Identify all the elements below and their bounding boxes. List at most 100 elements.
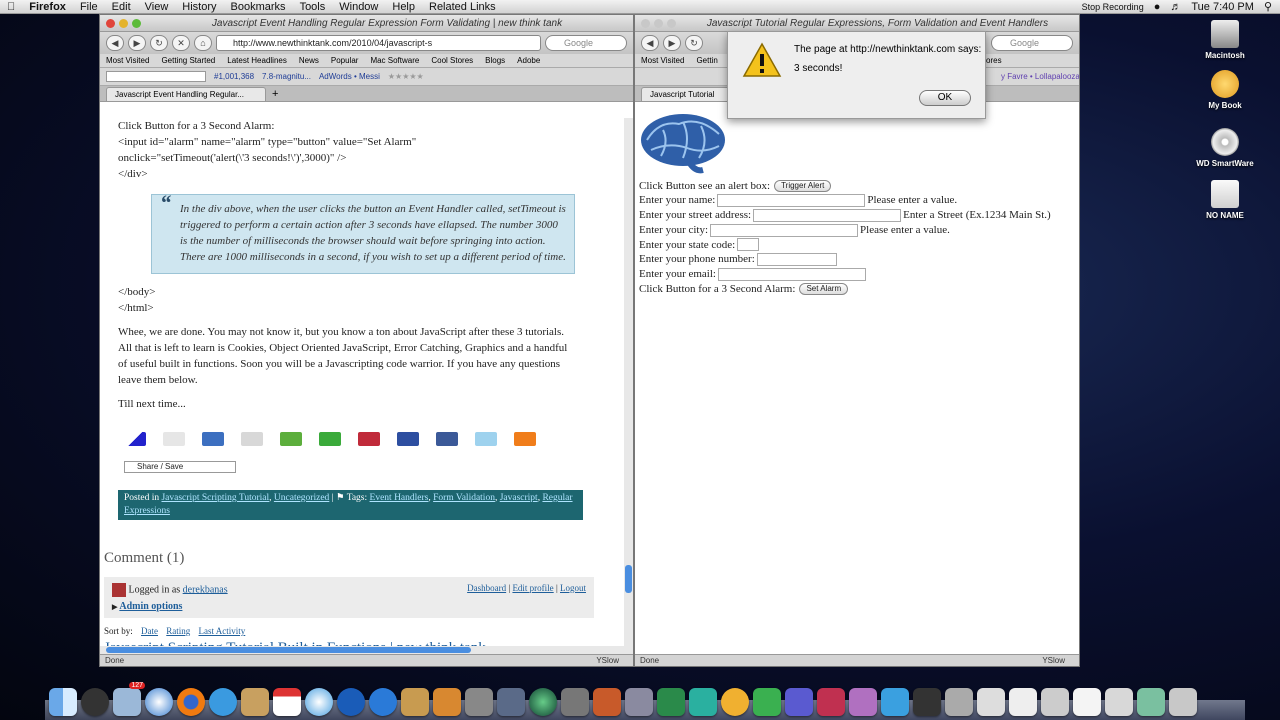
scrollbar-thumb[interactable] <box>625 565 632 593</box>
trash-icon[interactable] <box>1169 688 1197 716</box>
reload-button[interactable]: ↻ <box>150 35 168 51</box>
email-icon[interactable] <box>241 432 263 446</box>
stack-icon[interactable] <box>1041 688 1069 716</box>
desktop-icon-macintosh[interactable]: Macintosh <box>1180 20 1270 60</box>
bookmark-item[interactable]: Popular <box>331 56 359 65</box>
logout-link[interactable]: Logout <box>560 583 586 593</box>
wifi-icon[interactable]: ● <box>1154 1 1161 13</box>
menu-edit[interactable]: Edit <box>105 0 138 14</box>
menu-app[interactable]: Firefox <box>22 0 73 14</box>
window-icon[interactable] <box>1105 688 1133 716</box>
trigger-alert-button[interactable]: Trigger Alert <box>774 180 832 193</box>
street-input[interactable] <box>753 208 902 222</box>
technorati-icon[interactable] <box>280 432 302 446</box>
bookmark-item[interactable]: Gettin <box>696 56 717 65</box>
preview-icon[interactable] <box>401 688 429 716</box>
spaces-icon[interactable] <box>497 688 525 716</box>
menu-view[interactable]: View <box>138 0 176 14</box>
bookmark-item[interactable]: Mac Software <box>370 56 419 65</box>
imovie-star-icon[interactable] <box>785 688 813 716</box>
menu-history[interactable]: History <box>175 0 223 14</box>
left-titlebar[interactable]: Javascript Event Handling Regular Expres… <box>100 15 633 32</box>
vertical-scrollbar[interactable] <box>624 118 633 654</box>
bookmark-item[interactable]: Getting Started <box>161 56 215 65</box>
hscroll-thumb[interactable] <box>106 647 471 653</box>
twitter-icon[interactable] <box>475 432 497 446</box>
calculator-icon[interactable] <box>945 688 973 716</box>
bookmark-item[interactable]: Latest Headlines <box>227 56 287 65</box>
close-icon[interactable] <box>106 18 115 28</box>
time-machine-icon[interactable] <box>529 688 557 716</box>
category-link[interactable]: Javascript Scripting Tutorial <box>161 493 269 503</box>
menu-related-links[interactable]: Related Links <box>422 0 503 14</box>
desktop-icon-mybook[interactable]: My Book <box>1180 70 1270 110</box>
monster-icon[interactable] <box>849 688 877 716</box>
volume-icon[interactable]: ♬ <box>1170 1 1181 13</box>
addon-search-input[interactable] <box>106 71 206 82</box>
desktop-icon-no-name[interactable]: NO NAME <box>1180 180 1270 220</box>
search-icon[interactable] <box>369 688 397 716</box>
photo-icon[interactable] <box>433 688 461 716</box>
star-icon[interactable] <box>465 688 493 716</box>
set-alarm-button[interactable]: Set Alarm <box>799 282 849 295</box>
dvd-icon[interactable] <box>817 688 845 716</box>
downloads-icon[interactable] <box>1137 688 1165 716</box>
myspace-icon[interactable] <box>397 432 419 446</box>
search-input[interactable]: Google <box>545 35 627 51</box>
firefox-icon[interactable] <box>177 688 205 716</box>
dashboard-icon[interactable] <box>81 688 109 716</box>
username-link[interactable]: derekbanas <box>183 584 228 595</box>
brush-icon[interactable] <box>625 688 653 716</box>
sort-activity-link[interactable]: Last Activity <box>199 626 246 636</box>
right-titlebar[interactable]: Javascript Tutorial Regular Expressions,… <box>635 15 1079 32</box>
category-link[interactable]: Uncategorized <box>274 493 329 503</box>
system-preferences-icon[interactable] <box>561 688 589 716</box>
search-input[interactable]: Google <box>991 35 1073 51</box>
back-button[interactable]: ◀ <box>641 35 659 51</box>
city-input[interactable] <box>710 223 859 237</box>
stop-button[interactable]: ✕ <box>172 35 190 51</box>
menu-file[interactable]: File <box>73 0 105 14</box>
safari-icon[interactable] <box>145 688 173 716</box>
rss-icon[interactable] <box>514 432 536 446</box>
state-input[interactable] <box>737 238 760 252</box>
share-save-button[interactable]: Share / Save <box>124 461 236 473</box>
calendar-icon[interactable] <box>273 688 301 716</box>
spotlight-icon[interactable]: ⚲ <box>1264 0 1272 13</box>
stop-recording[interactable]: Stop Recording <box>1082 2 1144 12</box>
minimize-icon[interactable] <box>119 18 128 28</box>
new-tab-icon[interactable]: + <box>266 87 278 101</box>
tag-link[interactable]: Javascript <box>500 493 538 503</box>
address-book-icon[interactable] <box>241 688 269 716</box>
document-icon[interactable] <box>1073 688 1101 716</box>
menu-tools[interactable]: Tools <box>293 0 333 14</box>
finder-icon[interactable] <box>49 688 77 716</box>
yslow-label[interactable]: YSlow <box>1042 655 1065 666</box>
sort-rating-link[interactable]: Rating <box>166 626 190 636</box>
menu-window[interactable]: Window <box>332 0 385 14</box>
feather-icon[interactable] <box>689 688 717 716</box>
chart-icon[interactable] <box>657 688 685 716</box>
chat-icon[interactable] <box>319 432 341 446</box>
bookmark-item[interactable]: Most Visited <box>106 56 149 65</box>
flower-icon[interactable] <box>721 688 749 716</box>
leaf-icon[interactable] <box>753 688 781 716</box>
sort-date-link[interactable]: Date <box>141 626 158 636</box>
mail-icon[interactable]: 127 <box>113 682 145 716</box>
ok-button[interactable]: OK <box>919 90 971 106</box>
minimize-icon[interactable] <box>654 18 663 28</box>
addon-news[interactable]: 7.8-magnitu... <box>262 72 311 81</box>
tag-link[interactable]: Form Validation <box>433 493 495 503</box>
tab-event-handling[interactable]: Javascript Event Handling Regular... <box>106 87 266 101</box>
facebook-icon[interactable] <box>436 432 458 446</box>
edit-profile-link[interactable]: Edit profile <box>512 583 553 593</box>
home-button[interactable]: ⌂ <box>194 35 212 51</box>
apple-icon[interactable]:  <box>0 0 22 14</box>
digg-icon[interactable] <box>163 432 185 446</box>
bookmark-item[interactable]: Most Visited <box>641 56 684 65</box>
url-input[interactable]: http://www.newthinktank.com/2010/04/java… <box>216 35 541 51</box>
clapper-icon[interactable] <box>913 688 941 716</box>
clock[interactable]: Tue 7:40 PM <box>1191 1 1254 13</box>
tag-link[interactable]: Event Handlers <box>370 493 429 503</box>
bookmark-item[interactable]: Blogs <box>485 56 505 65</box>
